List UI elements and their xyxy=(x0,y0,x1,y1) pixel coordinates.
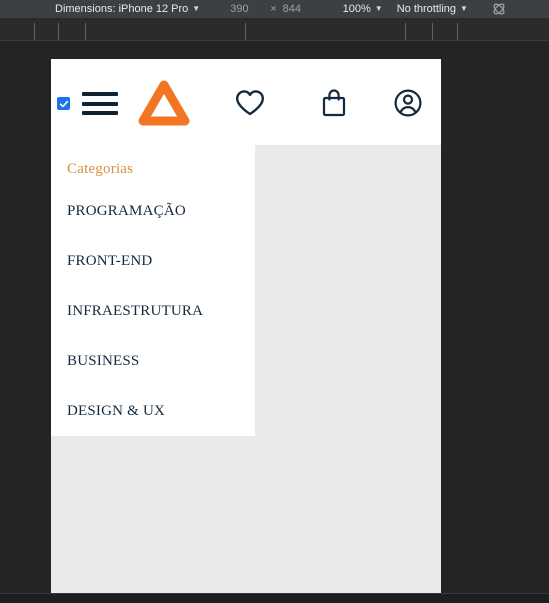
site-header xyxy=(51,59,441,145)
hamburger-bar xyxy=(82,111,118,115)
zoom-value-label: 100% xyxy=(342,3,371,15)
ruler-tick xyxy=(245,23,246,40)
ruler-tick xyxy=(405,23,406,40)
chevron-down-icon: ▼ xyxy=(192,4,201,13)
hamburger-bar xyxy=(82,92,118,96)
device-toolbar: Dimensions: iPhone 12 Pro ▼ 390 × 844 10… xyxy=(0,0,549,19)
throttling-value-label: No throttling xyxy=(396,3,457,15)
device-viewport[interactable]: Categorias PROGRAMAÇÃO FRONT-END INFRAES… xyxy=(51,59,441,593)
account-icon[interactable] xyxy=(388,83,428,123)
menu-item-infraestrutura[interactable]: INFRAESTRUTURA xyxy=(51,303,255,320)
menu-title: Categorias xyxy=(67,161,134,177)
viewport-ruler xyxy=(0,19,549,41)
rotate-icon[interactable] xyxy=(490,0,508,18)
hamburger-icon[interactable] xyxy=(82,92,118,115)
device-dimensions-dropdown[interactable]: Dimensions: iPhone 12 Pro ▼ xyxy=(55,0,200,19)
ruler-tick xyxy=(58,23,59,40)
menu-item-business[interactable]: BUSINESS xyxy=(51,353,255,370)
chevron-down-icon: ▼ xyxy=(460,4,468,13)
alura-triangle-logo[interactable] xyxy=(136,78,192,128)
menu-item-front-end[interactable]: FRONT-END xyxy=(51,253,255,270)
chevron-down-icon: ▼ xyxy=(374,4,383,13)
viewport-width-input[interactable]: 390 xyxy=(230,0,264,19)
devtools-device-mode: Dimensions: iPhone 12 Pro ▼ 390 × 844 10… xyxy=(0,0,549,603)
ruler-tick xyxy=(85,23,86,40)
ruler-tick xyxy=(34,23,35,40)
categories-menu-panel: Categorias PROGRAMAÇÃO FRONT-END INFRAES… xyxy=(51,145,255,436)
dimension-separator: × xyxy=(270,3,277,15)
heart-icon[interactable] xyxy=(230,83,270,123)
menu-item-design-ux[interactable]: DESIGN & UX xyxy=(51,403,255,420)
zoom-dropdown[interactable]: 100% ▼ xyxy=(343,0,383,19)
throttling-dropdown[interactable]: No throttling ▼ xyxy=(397,0,468,19)
ruler-tick xyxy=(457,23,458,40)
viewport-height-input[interactable]: 844 xyxy=(283,0,317,19)
hamburger-bar xyxy=(82,101,118,106)
ruler-tick xyxy=(432,23,433,40)
shopping-bag-icon[interactable] xyxy=(314,83,354,123)
menu-item-programacao[interactable]: PROGRAMAÇÃO xyxy=(51,203,255,220)
header-checkbox[interactable] xyxy=(57,97,70,110)
device-dimensions-label: Dimensions: iPhone 12 Pro xyxy=(55,3,189,15)
